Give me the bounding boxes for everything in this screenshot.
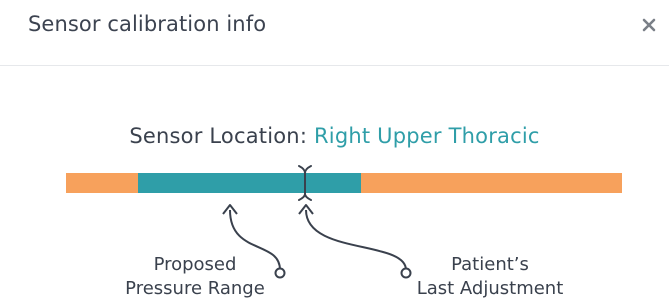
patient-adjustment-label-line1: Patient’s bbox=[451, 254, 529, 275]
proposed-range-callout: Proposed Pressure Range bbox=[100, 253, 290, 301]
proposed-range-label-line1: Proposed bbox=[153, 254, 237, 275]
patient-adjustment-callout: Patient’s Last Adjustment bbox=[395, 253, 585, 301]
proposed-range-label-line2: Pressure Range bbox=[125, 278, 265, 299]
patient-adjustment-arrow bbox=[298, 204, 412, 279]
patient-adjustment-label-line2: Last Adjustment bbox=[416, 278, 564, 299]
